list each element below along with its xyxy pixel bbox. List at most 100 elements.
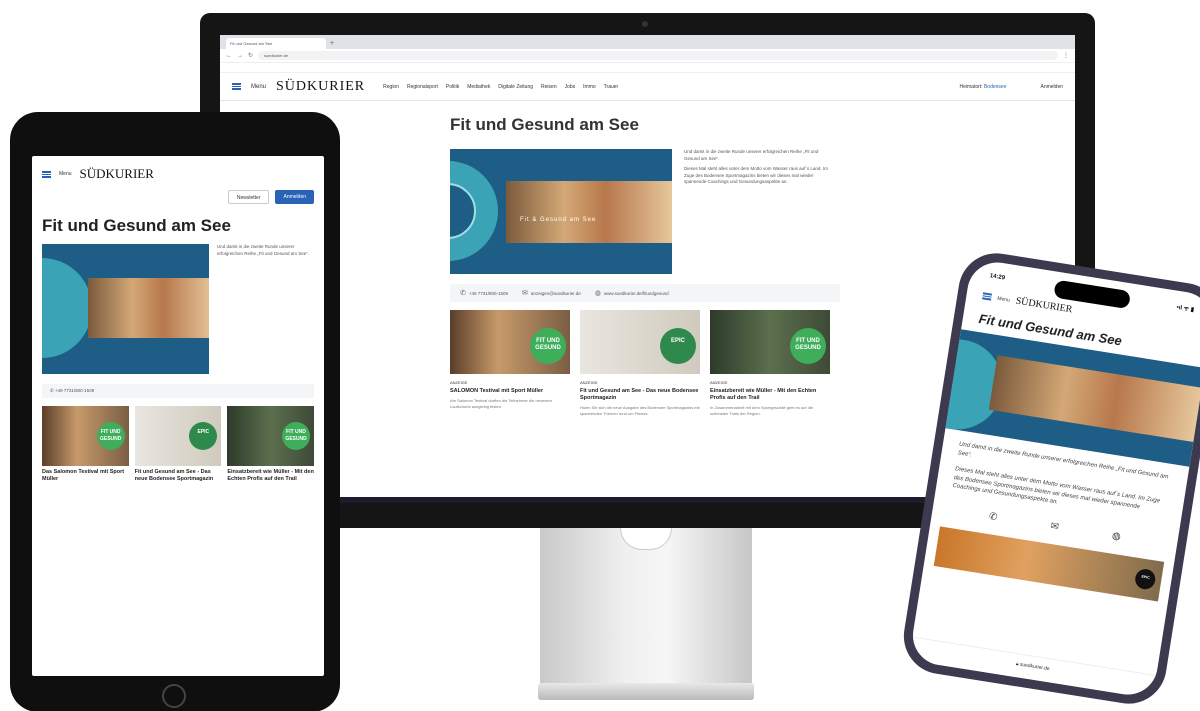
card-badge: EPIC bbox=[1133, 567, 1157, 591]
card-title[interactable]: Einsatzbereit wie Müller - Mit den Echte… bbox=[710, 388, 830, 402]
hero-paragraph-1: Und damit in die zweite Runde unserer er… bbox=[684, 149, 819, 161]
card-teaser: Am Salomon Testival durften die Teilnehm… bbox=[450, 398, 552, 409]
login-link[interactable]: Anmelden bbox=[1040, 84, 1063, 90]
mail-icon: ✉ bbox=[522, 290, 528, 297]
card-title[interactable]: Einsatzbereit wie Müller - Mit den Echte… bbox=[227, 469, 314, 483]
card-badge: EPIC bbox=[189, 422, 218, 450]
hero-section: Fit & Gesund am See Und damit in die zwe… bbox=[450, 149, 840, 274]
tablet-screen: Menu SÜDKURIER Newsletter Anmelden Fit u… bbox=[32, 156, 324, 676]
tablet-header-actions: Newsletter Anmelden bbox=[32, 182, 324, 212]
browser-url-footer[interactable]: 🔒︎ suedkurier.de bbox=[908, 636, 1157, 699]
card-title[interactable]: Fit und Gesund am See - Das neue Bodense… bbox=[580, 388, 700, 402]
extensions-icon[interactable]: ⋮ bbox=[1063, 52, 1069, 59]
reload-icon[interactable]: ↻ bbox=[248, 52, 253, 59]
hero-section: Und damit in die zweite Runde unserer er… bbox=[32, 244, 324, 374]
card-kicker: ANZEIGE bbox=[580, 380, 598, 385]
card-badge: FIT UND GESUND bbox=[790, 328, 826, 364]
menu-label[interactable]: Menu bbox=[59, 171, 72, 177]
hero-teal-arc bbox=[42, 258, 92, 358]
phone-screen: 14:29 •ıl ᯤ ▮ Menu SÜDKURIER Fit und Ges… bbox=[908, 258, 1200, 699]
card-image: FIT UND GESUND bbox=[227, 406, 315, 466]
bookmarks-bar bbox=[220, 63, 1075, 73]
article-card[interactable]: EPIC Fit und Gesund am See - Das neue Bo… bbox=[134, 406, 222, 483]
nav-item-mediathek[interactable]: Mediathek bbox=[467, 84, 490, 90]
tablet-site-header: Menu SÜDKURIER bbox=[32, 156, 324, 182]
card-image: FIT UND GESUND bbox=[42, 406, 129, 466]
card-image: FIT UND GESUND bbox=[450, 310, 570, 374]
card-kicker: ANZEIGE bbox=[450, 380, 468, 385]
new-tab-icon[interactable]: + bbox=[330, 38, 334, 49]
hero-intro-text: Und damit in die zweite Runde unserer er… bbox=[217, 244, 314, 374]
mail-icon[interactable]: ✉ bbox=[1050, 520, 1060, 532]
article-card[interactable]: EPIC ANZEIGE Fit und Gesund am See - Das… bbox=[580, 310, 700, 416]
hamburger-menu-icon[interactable] bbox=[982, 292, 993, 301]
hamburger-menu-icon[interactable] bbox=[232, 83, 241, 90]
tablet-home-button[interactable] bbox=[162, 684, 186, 708]
card-badge: FIT UND GESUND bbox=[96, 422, 125, 450]
article-card[interactable]: FIT UND GESUND Einsatzbereit wie Müller … bbox=[227, 406, 315, 483]
nav-item-trauer[interactable]: Trauer bbox=[604, 84, 619, 90]
contact-mail[interactable]: ✉ anzeigen@suedkurier.de bbox=[522, 289, 581, 297]
contact-phone[interactable]: ✆ +49 7731/800-1509 bbox=[460, 289, 508, 297]
page-title: Fit und Gesund am See bbox=[42, 216, 231, 235]
nav-item-reisen[interactable]: Reisen bbox=[541, 84, 557, 90]
article-card[interactable]: FIT UND GESUND Das Salomon Testival mit … bbox=[42, 406, 129, 483]
hamburger-menu-icon[interactable] bbox=[42, 170, 51, 178]
webcam bbox=[642, 21, 648, 27]
article-cards: FIT UND GESUND ANZEIGE SALOMON Testival … bbox=[450, 310, 840, 416]
contact-row[interactable]: ✆ +49 7731/800-1509 bbox=[42, 384, 314, 398]
url-field[interactable]: suedkurier.de bbox=[258, 51, 1058, 60]
card-image: EPIC bbox=[134, 406, 222, 466]
nav-item-digitale-zeitung[interactable]: Digitale Zeitung bbox=[498, 84, 533, 90]
phone-icon[interactable]: ✆ bbox=[988, 511, 998, 523]
heimatort-label: Heimatort: bbox=[959, 83, 983, 90]
nav-item-region[interactable]: Region bbox=[383, 84, 399, 90]
card-image: FIT UND GESUND bbox=[710, 310, 830, 374]
article-card[interactable]: FIT UND GESUND ANZEIGE SALOMON Testival … bbox=[450, 310, 570, 416]
globe-icon: ◍ bbox=[594, 290, 601, 297]
article-content: Fit und Gesund am See Fit & Gesund am Se… bbox=[450, 115, 840, 416]
back-icon[interactable]: ← bbox=[226, 53, 232, 59]
card-badge: FIT UND GESUND bbox=[282, 422, 311, 450]
menu-label[interactable]: Menu bbox=[251, 84, 266, 90]
globe-icon[interactable]: ◍ bbox=[1111, 530, 1121, 542]
nav-item-politik[interactable]: Politik bbox=[446, 84, 459, 90]
forward-icon[interactable]: → bbox=[237, 53, 243, 59]
hero-overlay-text: Fit & Gesund am See bbox=[520, 217, 597, 223]
article-card[interactable]: FIT UND GESUND ANZEIGE Einsatzbereit wie… bbox=[710, 310, 830, 416]
hero-intro-text: Und damit in die zweite Runde unserer er… bbox=[684, 149, 834, 274]
hero-photo bbox=[88, 278, 209, 338]
site-logo[interactable]: SÜDKURIER bbox=[276, 79, 365, 95]
card-kicker: ANZEIGE bbox=[710, 380, 728, 385]
heimatort-selector[interactable]: Heimatort: Bodensee bbox=[960, 84, 1007, 90]
contact-mail-text: anzeigen@suedkurier.de bbox=[530, 291, 581, 296]
nav-item-jobs[interactable]: Jobs bbox=[565, 84, 576, 90]
menu-label[interactable]: Menu bbox=[997, 295, 1010, 303]
card-teaser: In Zusammenarbeit mit dem Sportgeschäft … bbox=[710, 405, 813, 416]
hero-paragraph-2: Dieses Mal steht alles unter dem Motto v… bbox=[684, 166, 828, 184]
site-logo[interactable]: SÜDKURIER bbox=[80, 166, 154, 182]
hero-image: Fit & Gesund am See bbox=[450, 149, 672, 274]
newsletter-button[interactable]: Newsletter bbox=[227, 190, 270, 204]
heimatort-value[interactable]: Bodensee bbox=[984, 84, 1007, 90]
contact-phone-text: +49 7731/800-1509 bbox=[468, 291, 509, 296]
contact-row: ✆ +49 7731/800-1509 ✉ anzeigen@suedkurier.… bbox=[450, 284, 840, 302]
contact-phone-text: +49 7731/800-1509 bbox=[55, 388, 95, 393]
card-badge: FIT UND GESUND bbox=[530, 328, 566, 364]
login-button[interactable]: Anmelden bbox=[275, 190, 314, 204]
card-title[interactable]: Fit und Gesund am See - Das neue Bodense… bbox=[135, 469, 222, 483]
contact-web-text: www.suedkurier.de/fitundgesund bbox=[603, 291, 669, 296]
monitor-stand bbox=[540, 528, 752, 683]
card-title[interactable]: Das Salomon Testival mit Sport Müller bbox=[42, 469, 129, 483]
contact-web[interactable]: ◍ www.suedkurier.de/fitundgesund bbox=[595, 289, 669, 297]
nav-item-regionalsport[interactable]: Regionalsport bbox=[407, 84, 438, 90]
nav-item-immo[interactable]: Immo bbox=[583, 84, 596, 90]
card-badge: EPIC bbox=[660, 328, 696, 364]
url-text: suedkurier.de bbox=[1019, 661, 1051, 673]
monitor-stand-base bbox=[538, 683, 754, 700]
card-title[interactable]: SALOMON Testival mit Sport Müller bbox=[450, 388, 570, 395]
card-teaser: Holen Sie sich die neue Ausgabe des Bode… bbox=[580, 405, 700, 416]
browser-tab[interactable]: Fit und Gesund am See bbox=[226, 38, 326, 49]
browser-tabbar: Fit und Gesund am See + bbox=[220, 35, 1075, 49]
hero-paragraph-1: Und damit in die zweite Runde unserer er… bbox=[216, 244, 309, 256]
